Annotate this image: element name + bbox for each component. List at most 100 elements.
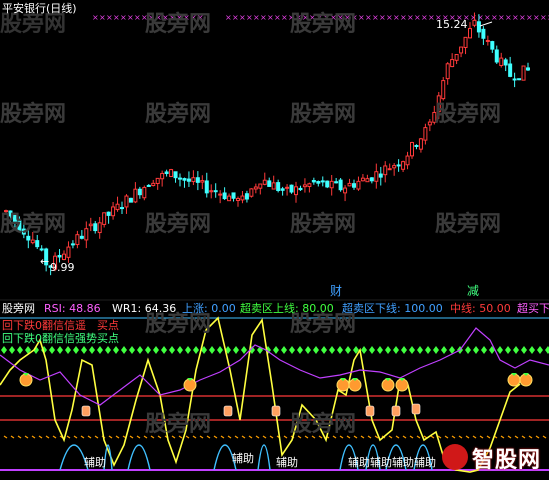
indicator-name: 股旁网 bbox=[2, 302, 35, 315]
candle-body bbox=[262, 179, 267, 185]
green-diamond-mark bbox=[441, 346, 447, 354]
candle-body bbox=[35, 240, 40, 248]
signal-x-mark: × bbox=[106, 13, 113, 22]
signal-x-mark: × bbox=[232, 13, 239, 22]
candle-body bbox=[383, 165, 388, 176]
candle-body bbox=[369, 177, 374, 182]
signal-x-mark: × bbox=[120, 13, 127, 22]
green-diamond-mark bbox=[337, 346, 343, 354]
candle-body bbox=[102, 212, 107, 225]
candle-body bbox=[485, 39, 490, 42]
green-diamond-mark bbox=[113, 346, 119, 354]
orange-dash-mark bbox=[17, 435, 22, 439]
green-diamond-mark bbox=[97, 346, 103, 354]
candle-body bbox=[231, 192, 236, 199]
green-diamond-mark bbox=[305, 346, 311, 354]
candle-body bbox=[173, 171, 178, 179]
candle-body bbox=[253, 186, 258, 190]
orange-dash-mark bbox=[45, 435, 50, 439]
signal-x-mark: × bbox=[414, 13, 421, 22]
signal-x-mark: × bbox=[267, 13, 274, 22]
orange-dash-mark bbox=[416, 435, 421, 439]
signal-x-mark: × bbox=[428, 13, 435, 22]
candle-body bbox=[218, 193, 223, 196]
candle-body bbox=[164, 171, 169, 175]
green-diamond-mark bbox=[65, 346, 71, 354]
green-diamond-mark bbox=[529, 346, 535, 354]
green-diamond-mark bbox=[81, 346, 87, 354]
candle-body bbox=[459, 46, 464, 54]
candle-body bbox=[258, 183, 263, 189]
orange-dash-mark bbox=[248, 435, 253, 439]
candle-body bbox=[503, 59, 508, 66]
candle-body bbox=[405, 155, 410, 166]
candle-body bbox=[396, 164, 401, 167]
candle-body bbox=[155, 177, 160, 185]
signal-x-mark: × bbox=[239, 13, 246, 22]
high-pointer bbox=[479, 21, 493, 27]
candle-body bbox=[128, 197, 133, 203]
signal-x-mark: × bbox=[358, 13, 365, 22]
overbought-upper-value: 超卖区上线: 80.00 bbox=[240, 302, 334, 315]
orange-dash-mark bbox=[136, 435, 141, 439]
candle-body bbox=[186, 178, 191, 182]
aux-label: 辅助 bbox=[84, 456, 106, 469]
candle-body bbox=[240, 195, 245, 201]
orange-dash-mark bbox=[73, 435, 78, 439]
candle-body bbox=[66, 246, 71, 258]
candle-body bbox=[365, 178, 370, 183]
candle-body bbox=[271, 182, 276, 190]
candle-body bbox=[30, 239, 35, 244]
green-diamond-mark bbox=[433, 346, 439, 354]
candle-body bbox=[499, 57, 504, 66]
candle-body bbox=[84, 228, 89, 241]
candle-body bbox=[151, 182, 156, 187]
event-tag-cai[interactable]: 财 bbox=[330, 285, 342, 297]
orange-dash-mark bbox=[521, 435, 526, 439]
signal-x-mark: × bbox=[134, 13, 141, 22]
signal-x-mark: × bbox=[281, 13, 288, 22]
aux-label: 辅助 bbox=[232, 452, 254, 465]
candle-body bbox=[494, 49, 499, 63]
signal-x-mark: × bbox=[421, 13, 428, 22]
green-diamond-mark bbox=[289, 346, 295, 354]
signal-x-mark: × bbox=[253, 13, 260, 22]
candle-body bbox=[120, 207, 124, 210]
orange-dash-mark bbox=[388, 435, 393, 439]
orange-dash-mark bbox=[24, 435, 29, 439]
chart-window: × × × × × × × × × × × × × × × × × × × × × × × × × × × × × × × × × × × × × × × ×… bbox=[0, 0, 549, 476]
cyan-arch bbox=[127, 444, 151, 471]
candle-body bbox=[316, 181, 321, 184]
signal-x-mark: × bbox=[386, 13, 393, 22]
orange-dash-mark bbox=[31, 435, 36, 439]
candle-body bbox=[280, 188, 285, 191]
event-tag-jian[interactable]: 减 bbox=[467, 285, 479, 297]
green-diamond-mark bbox=[513, 346, 519, 354]
candle-body bbox=[88, 223, 93, 227]
orange-dash-mark bbox=[409, 435, 414, 439]
orange-dash-mark bbox=[234, 435, 239, 439]
signal-x-mark: × bbox=[246, 13, 253, 22]
watermark: 股旁网 bbox=[0, 102, 67, 127]
watermark: 股旁网 bbox=[145, 12, 212, 37]
candle-body bbox=[115, 203, 120, 211]
candle-body bbox=[70, 243, 75, 246]
candle-body bbox=[401, 161, 406, 170]
signal-x-mark: × bbox=[505, 13, 512, 22]
candle-body bbox=[178, 177, 182, 180]
candle-body bbox=[204, 180, 209, 194]
signal-x-mark: × bbox=[407, 13, 414, 22]
candle-body bbox=[334, 181, 339, 184]
signal-x-mark: × bbox=[400, 13, 407, 22]
signal-x-mark: × bbox=[99, 13, 106, 22]
orange-dash-mark bbox=[87, 435, 92, 439]
green-diamond-mark bbox=[161, 346, 167, 354]
orange-dash-mark bbox=[94, 435, 99, 439]
orange-dash-mark bbox=[129, 435, 134, 439]
watermark: 股旁网 bbox=[290, 102, 357, 127]
signal-x-mark: × bbox=[512, 13, 519, 22]
signal-x-mark: × bbox=[533, 13, 540, 22]
candle-body bbox=[454, 54, 459, 61]
green-diamond-mark bbox=[9, 346, 15, 354]
candle-body bbox=[39, 248, 44, 251]
